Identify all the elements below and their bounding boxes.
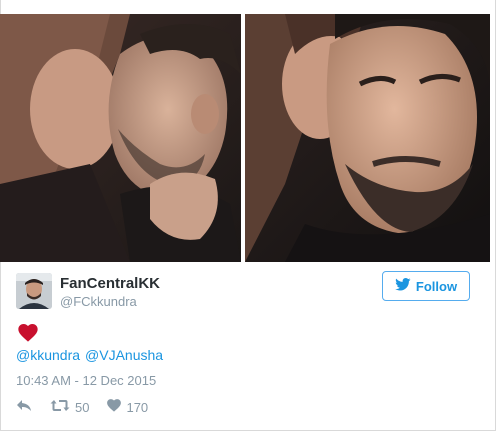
mention-link[interactable]: @VJAnusha xyxy=(85,347,163,363)
retweet-icon xyxy=(50,399,70,415)
reply-icon xyxy=(16,399,32,415)
tweet-photo-left[interactable] xyxy=(0,14,241,262)
author-display-name[interactable]: FanCentralKK xyxy=(60,275,160,292)
heart-emoji xyxy=(18,324,38,347)
retweet-count: 50 xyxy=(75,399,90,415)
tweet-timestamp[interactable]: 10:43 AM - 12 Dec 2015 xyxy=(16,373,156,388)
like-action[interactable]: 170 xyxy=(107,399,148,415)
like-count: 170 xyxy=(126,399,149,415)
reply-action[interactable] xyxy=(16,399,32,415)
tweet-actions: 50 170 xyxy=(16,398,166,416)
follow-button[interactable]: Follow xyxy=(382,271,470,301)
author-handle[interactable]: @FCkkundra xyxy=(60,294,137,309)
tweet-mentions: @kkundra @VJAnusha xyxy=(16,347,168,363)
mention-link[interactable]: @kkundra xyxy=(16,347,80,363)
twitter-bird-icon xyxy=(395,278,411,294)
tweet-author: FanCentralKK @FCkkundra Follow xyxy=(16,271,486,313)
tweet-photo-right[interactable] xyxy=(245,14,490,262)
retweet-action[interactable]: 50 xyxy=(50,399,89,415)
heart-icon xyxy=(107,399,122,415)
follow-button-label: Follow xyxy=(415,278,458,294)
tweet-photos[interactable] xyxy=(0,14,490,262)
tweet-card: FanCentralKK @FCkkundra Follow @kkundra @… xyxy=(0,0,500,432)
author-avatar[interactable] xyxy=(16,273,52,309)
